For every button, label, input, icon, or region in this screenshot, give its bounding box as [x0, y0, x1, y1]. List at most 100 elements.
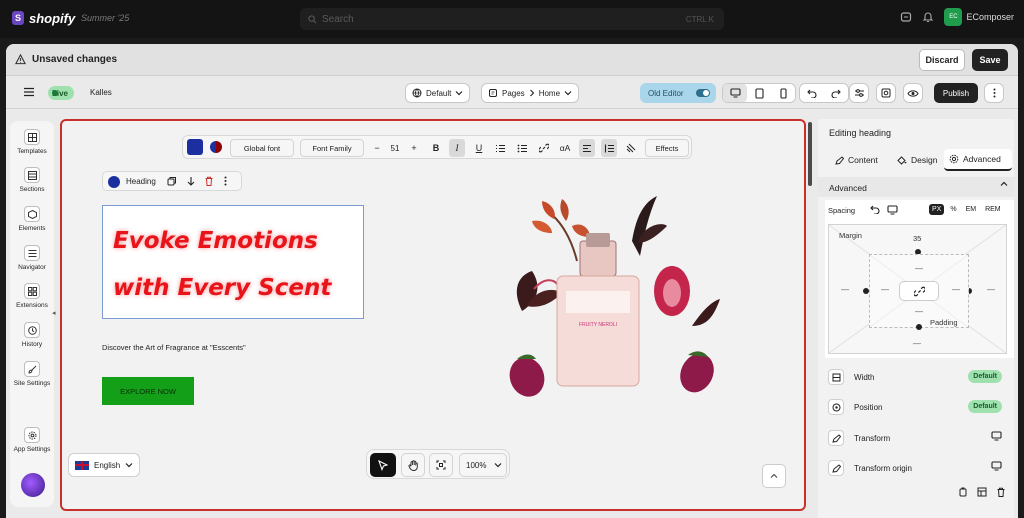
- old-editor-toggle[interactable]: Old Editor: [640, 83, 716, 103]
- cursor-select-icon[interactable]: [370, 453, 396, 477]
- sidebar-item-site-settings[interactable]: Site Settings: [10, 361, 54, 387]
- text-case-icon[interactable]: αA: [557, 139, 573, 157]
- store-icon[interactable]: [900, 11, 912, 23]
- tablet-icon[interactable]: [747, 84, 771, 102]
- sidebar-item-sections[interactable]: Sections: [10, 167, 54, 193]
- language-select[interactable]: English: [68, 453, 140, 477]
- bell-icon[interactable]: [922, 11, 934, 23]
- discard-button[interactable]: Discard: [919, 49, 965, 71]
- desktop-icon[interactable]: [991, 461, 1002, 471]
- desktop-icon[interactable]: [723, 84, 747, 102]
- sidebar-item-history[interactable]: History: [10, 322, 54, 348]
- padding-left-value[interactable]: —: [881, 285, 889, 294]
- chevron-down-icon: [455, 90, 463, 96]
- trash-icon[interactable]: [996, 487, 1006, 497]
- margin-left-value[interactable]: —: [841, 285, 849, 294]
- sidebar-item-app-settings[interactable]: App Settings: [10, 427, 54, 453]
- ordered-list-icon[interactable]: [492, 139, 508, 157]
- advanced-section-header[interactable]: Advanced: [818, 177, 1014, 197]
- sidebar-item-navigator[interactable]: Navigator: [10, 245, 54, 271]
- position-row[interactable]: Position Default: [828, 396, 1008, 418]
- fit-screen-icon[interactable]: [429, 453, 453, 477]
- preview-eye-icon[interactable]: [903, 83, 923, 103]
- tab-content[interactable]: Content: [835, 149, 878, 171]
- align-left-icon[interactable]: [579, 139, 595, 157]
- shopify-logo-icon[interactable]: S: [12, 11, 24, 25]
- redo-icon[interactable]: [824, 84, 848, 102]
- account-avatar[interactable]: EC: [944, 8, 963, 26]
- zoom-select[interactable]: 100%: [459, 453, 507, 477]
- copy-icon[interactable]: [958, 487, 968, 497]
- move-down-icon[interactable]: [186, 176, 196, 186]
- tab-advanced[interactable]: Advanced: [944, 149, 1012, 171]
- unit-rem[interactable]: REM: [982, 204, 1004, 215]
- color-swatch[interactable]: [210, 141, 222, 153]
- page-select[interactable]: Pages Home: [481, 83, 580, 103]
- margin-bottom-value[interactable]: —: [913, 339, 921, 348]
- sidebar-item-templates[interactable]: Templates: [10, 129, 54, 155]
- clear-format-icon[interactable]: [623, 139, 639, 157]
- publish-button[interactable]: Publish: [934, 83, 978, 103]
- margin-bottom-handle[interactable]: [916, 324, 922, 330]
- line-spacing-icon[interactable]: [601, 139, 617, 157]
- font-family-select[interactable]: Font Family: [300, 139, 364, 157]
- decrease-size-icon[interactable]: −: [369, 139, 385, 157]
- global-font-button[interactable]: Global font: [230, 139, 294, 157]
- padding-right-value[interactable]: —: [952, 285, 960, 294]
- margin-right-value[interactable]: —: [987, 285, 995, 294]
- theme-select[interactable]: Default: [405, 83, 471, 103]
- unit-px[interactable]: PX: [929, 204, 945, 215]
- effects-button[interactable]: Effects: [645, 139, 689, 157]
- account-name[interactable]: EComposer: [966, 12, 1014, 22]
- sidebar-item-elements[interactable]: Elements: [10, 206, 54, 232]
- reset-icon[interactable]: [870, 205, 880, 214]
- mobile-icon[interactable]: [771, 84, 795, 102]
- padding-top-value[interactable]: —: [915, 264, 923, 273]
- search-input[interactable]: Search CTRL K: [300, 8, 724, 30]
- padding-bottom-value[interactable]: —: [915, 307, 923, 316]
- undo-icon[interactable]: [800, 84, 824, 102]
- more-options-icon[interactable]: [984, 83, 1004, 103]
- settings-sliders-icon[interactable]: [849, 83, 869, 103]
- desktop-icon[interactable]: [887, 205, 898, 215]
- toggle-switch[interactable]: [696, 89, 710, 97]
- inspect-icon[interactable]: [876, 83, 896, 103]
- layout-icon[interactable]: [977, 487, 987, 497]
- hand-pan-icon[interactable]: [401, 453, 425, 477]
- font-size-value[interactable]: 51: [387, 139, 403, 157]
- width-row[interactable]: Width Default: [828, 366, 1008, 388]
- ai-wand-icon[interactable]: [187, 139, 203, 155]
- save-button[interactable]: Save: [972, 49, 1008, 71]
- perfume-hero-image[interactable]: FRUITY NEROLI: [462, 181, 752, 431]
- unit-percent[interactable]: %: [947, 204, 959, 215]
- subheading-text[interactable]: Discover the Art of Fragrance at "Esscen…: [102, 343, 246, 352]
- italic-icon[interactable]: I: [449, 139, 465, 157]
- transform-origin-row[interactable]: Transform origin: [828, 457, 1008, 479]
- desktop-icon[interactable]: [991, 431, 1002, 441]
- scroll-to-top-button[interactable]: [762, 464, 786, 488]
- heading-element[interactable]: Evoke Emotions with Every Scent: [102, 205, 364, 319]
- tab-design[interactable]: Design: [897, 149, 937, 171]
- trash-icon[interactable]: [204, 176, 214, 186]
- heading-text[interactable]: Evoke Emotions with Every Scent: [113, 218, 353, 312]
- increase-size-icon[interactable]: +: [406, 139, 422, 157]
- explore-now-button[interactable]: EXPLORE NOW: [102, 377, 194, 405]
- collapse-sidebar-icon[interactable]: ◂: [52, 309, 58, 323]
- unit-em[interactable]: EM: [963, 204, 980, 215]
- underline-icon[interactable]: U: [471, 139, 487, 157]
- transform-row[interactable]: Transform: [828, 427, 1008, 449]
- duplicate-icon[interactable]: [167, 176, 177, 186]
- link-values-button[interactable]: [899, 281, 939, 301]
- link-icon[interactable]: [536, 139, 552, 157]
- page-canvas[interactable]: Global font Font Family − 51 + B I U αA …: [60, 119, 806, 511]
- sidebar-item-label: Templates: [17, 148, 47, 155]
- sidebar-item-extensions[interactable]: Extensions: [10, 283, 54, 309]
- margin-top-value[interactable]: 35: [913, 234, 921, 243]
- user-avatar[interactable]: [21, 473, 45, 497]
- menu-icon[interactable]: [23, 87, 35, 97]
- bullet-list-icon[interactable]: [514, 139, 530, 157]
- chevron-up-icon[interactable]: [1000, 181, 1008, 187]
- canvas-scrollbar[interactable]: [808, 122, 812, 186]
- bold-icon[interactable]: B: [428, 139, 444, 157]
- more-vertical-icon[interactable]: [224, 176, 227, 186]
